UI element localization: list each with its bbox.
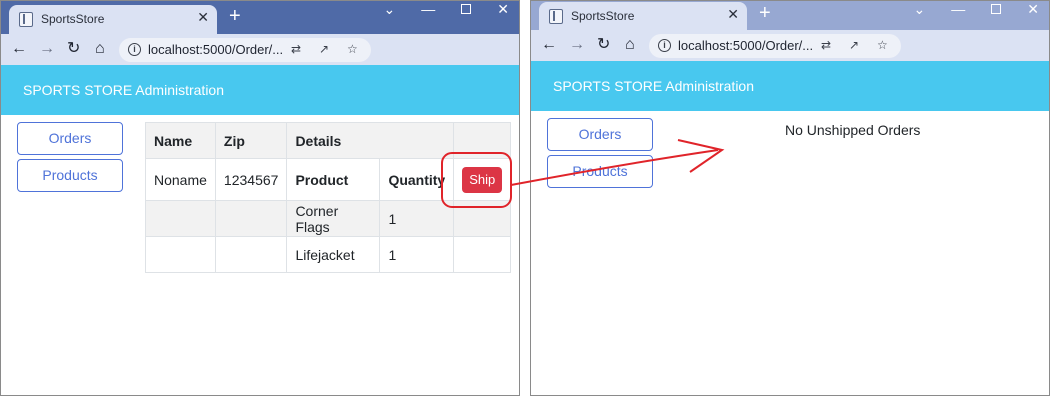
browser-tab[interactable]: SportsStore ✕: [539, 2, 747, 31]
arrow-left-icon[interactable]: ←: [541, 35, 557, 55]
quantity-subheader: Quantity: [379, 158, 455, 201]
reload-icon[interactable]: ↻: [597, 35, 610, 55]
window-controls: ⌄ — ✕: [914, 1, 1039, 23]
no-orders-message: No Unshipped Orders: [785, 122, 921, 138]
address-url: localhost:5000/Order/...: [148, 42, 284, 57]
translate-icon[interactable]: ⇄: [821, 38, 831, 52]
new-tab-icon[interactable]: +: [759, 3, 771, 23]
zip-column-header: Zip: [214, 122, 288, 159]
line-quantity: 1: [379, 236, 455, 273]
right-browser-window: SportsStore ✕ + ⌄ — ✕ ← → ↻ ⌂ i localhos…: [530, 0, 1050, 396]
product-subheader: Product: [286, 158, 381, 201]
browser-tab[interactable]: SportsStore ✕: [9, 5, 217, 34]
tab-strip: SportsStore ✕ + ⌄ — ✕: [531, 1, 1049, 31]
close-tab-icon[interactable]: ✕: [727, 6, 739, 23]
maximize-icon[interactable]: [461, 4, 472, 14]
window-controls: ⌄ — ✕: [384, 1, 509, 23]
app-title: SPORTS STORE Administration: [23, 82, 224, 98]
order-zip: 1234567: [214, 158, 288, 201]
page-content: SPORTS STORE Administration Orders Produ…: [1, 65, 519, 395]
reload-icon[interactable]: ↻: [67, 39, 80, 59]
orders-button[interactable]: Orders: [17, 122, 123, 155]
screenshot-stage: SportsStore ✕ + ⌄ — ✕ ← → ↻ ⌂ i localhos…: [0, 0, 1055, 401]
empty-cell: [214, 236, 288, 273]
close-window-icon[interactable]: ✕: [1027, 1, 1039, 23]
app-title: SPORTS STORE Administration: [553, 78, 754, 94]
close-window-icon[interactable]: ✕: [497, 1, 509, 23]
star-icon[interactable]: ☆: [877, 38, 888, 52]
table-row: Lifejacket 1: [145, 236, 512, 273]
minimize-icon[interactable]: —: [951, 1, 965, 23]
action-column-header: [453, 122, 512, 159]
arrow-left-icon[interactable]: ←: [11, 39, 27, 59]
table-row: Corner Flags 1: [145, 200, 512, 237]
page-favicon-icon: [549, 9, 563, 24]
order-name: Noname: [145, 158, 216, 201]
page-favicon-icon: [19, 12, 33, 27]
products-button[interactable]: Products: [17, 159, 123, 192]
chevron-down-icon[interactable]: ⌄: [384, 1, 396, 23]
home-icon[interactable]: ⌂: [625, 35, 635, 55]
tab-title: SportsStore: [41, 12, 105, 26]
arrow-right-icon[interactable]: →: [569, 35, 585, 55]
empty-cell: [214, 200, 288, 237]
translate-icon[interactable]: ⇄: [291, 42, 301, 56]
page-content: SPORTS STORE Administration Orders Produ…: [531, 61, 1049, 395]
browser-toolbar: ← → ↻ ⌂ i localhost:5000/Order/... ⇄ ↗ ☆: [1, 34, 519, 65]
star-icon[interactable]: ☆: [347, 42, 358, 56]
table-header-row: Name Zip Details: [145, 122, 512, 159]
orders-button[interactable]: Orders: [547, 118, 653, 151]
share-icon[interactable]: ↗: [849, 38, 859, 52]
name-column-header: Name: [145, 122, 216, 159]
chevron-down-icon[interactable]: ⌄: [914, 1, 926, 23]
left-browser-window: SportsStore ✕ + ⌄ — ✕ ← → ↻ ⌂ i localhos…: [0, 0, 520, 396]
app-header: SPORTS STORE Administration: [531, 61, 1049, 111]
browser-toolbar: ← → ↻ ⌂ i localhost:5000/Order/... ⇄ ↗ ☆: [531, 30, 1049, 61]
address-bar[interactable]: i localhost:5000/Order/... ⇄ ↗ ☆: [649, 34, 901, 58]
ship-cell: Ship: [453, 158, 512, 201]
line-product: Corner Flags: [286, 200, 381, 237]
empty-cell: [145, 200, 216, 237]
tab-strip: SportsStore ✕ + ⌄ — ✕: [1, 1, 519, 34]
line-product: Lifejacket: [286, 236, 381, 273]
info-icon[interactable]: i: [658, 39, 671, 52]
address-bar[interactable]: i localhost:5000/Order/... ⇄ ↗ ☆: [119, 38, 371, 62]
address-url: localhost:5000/Order/...: [678, 38, 814, 53]
details-column-header: Details: [286, 122, 455, 159]
share-icon[interactable]: ↗: [319, 42, 329, 56]
empty-cell: [453, 200, 512, 237]
app-header: SPORTS STORE Administration: [1, 65, 519, 115]
order-row: Noname 1234567 Product Quantity Ship: [145, 158, 512, 201]
empty-cell: [145, 236, 216, 273]
line-quantity: 1: [379, 200, 455, 237]
maximize-icon[interactable]: [991, 4, 1002, 14]
empty-cell: [453, 236, 512, 273]
products-button[interactable]: Products: [547, 155, 653, 188]
tab-title: SportsStore: [571, 9, 635, 23]
close-tab-icon[interactable]: ✕: [197, 9, 209, 26]
orders-table: Name Zip Details Noname 1234567 Product …: [145, 122, 512, 273]
arrow-right-icon[interactable]: →: [39, 39, 55, 59]
home-icon[interactable]: ⌂: [95, 39, 105, 59]
info-icon[interactable]: i: [128, 43, 141, 56]
new-tab-icon[interactable]: +: [229, 6, 241, 26]
minimize-icon[interactable]: —: [421, 1, 435, 23]
ship-button[interactable]: Ship: [462, 166, 503, 193]
